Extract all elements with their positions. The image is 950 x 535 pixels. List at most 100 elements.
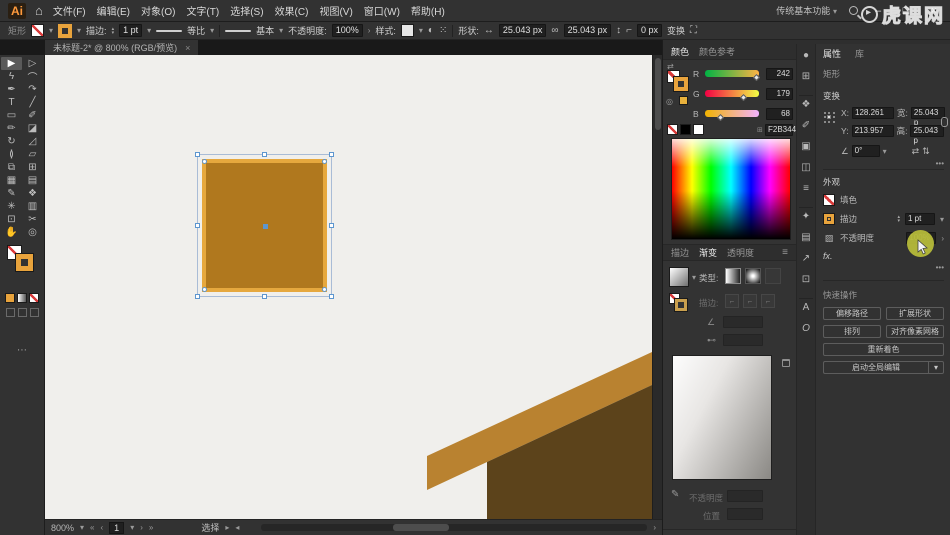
handle-bottom-center[interactable]: [262, 294, 267, 299]
swatches-panel-icon[interactable]: ⊞: [797, 71, 815, 92]
shape-builder-tool[interactable]: ⧉: [1, 161, 22, 174]
minimize-button[interactable]: –: [870, 5, 886, 17]
chevron-down-icon[interactable]: ▾: [279, 26, 283, 35]
flip-horizontal-icon[interactable]: ⇄: [912, 146, 920, 157]
chevron-down-icon[interactable]: ▾: [940, 215, 944, 224]
scroll-right-icon[interactable]: ›: [653, 523, 656, 532]
chevron-down-icon[interactable]: ▾: [80, 523, 84, 532]
chevron-down-icon[interactable]: ▾: [49, 26, 53, 35]
slice-tool[interactable]: ✂: [22, 213, 43, 226]
workspace-switcher[interactable]: 传统基本功能 ▾: [776, 4, 837, 17]
last-artboard-icon[interactable]: »: [149, 523, 153, 532]
chevron-down-icon[interactable]: ▾: [419, 26, 423, 35]
chevron-down-icon[interactable]: ▾: [883, 147, 887, 156]
scroll-left-icon[interactable]: ◂: [235, 523, 239, 532]
horizontal-scrollbar-thumb[interactable]: [393, 524, 449, 531]
tab-color-guide[interactable]: 颜色参考: [699, 45, 735, 58]
freeform-gradient-button[interactable]: [765, 268, 781, 284]
red-slider[interactable]: [705, 70, 759, 77]
anchor-point[interactable]: [202, 287, 207, 292]
asset-export-panel-icon[interactable]: ↗: [797, 253, 815, 274]
lasso-tool[interactable]: ⌒: [22, 70, 43, 83]
chevron-right-icon[interactable]: ›: [941, 234, 944, 243]
width-field[interactable]: 25.043 p: [911, 107, 945, 119]
eraser-tool[interactable]: ◪: [22, 122, 43, 135]
corner-radius-value[interactable]: 0 px: [637, 24, 662, 37]
offset-path-button[interactable]: 偏移路径: [823, 307, 881, 320]
handle-bottom-left[interactable]: [195, 294, 200, 299]
chevron-down-icon[interactable]: ▾: [77, 26, 81, 35]
none-mode-button[interactable]: [29, 293, 39, 303]
column-graph-tool[interactable]: ▥: [22, 200, 43, 213]
gradient-mode-button[interactable]: [17, 293, 27, 303]
rectangle-tool[interactable]: ▭: [1, 109, 22, 122]
tab-transparency[interactable]: 透明度: [727, 246, 754, 259]
gradient-thumbnail[interactable]: [669, 267, 689, 287]
height-field[interactable]: 25.043 p: [910, 125, 944, 137]
style-swatch[interactable]: [401, 24, 414, 37]
vertical-scrollbar[interactable]: [652, 55, 662, 519]
fill-label[interactable]: 填色: [840, 194, 857, 206]
hand-tool[interactable]: ✋: [1, 226, 22, 239]
rotate-tool[interactable]: ↻: [1, 135, 22, 148]
align-options-icon[interactable]: ⁙: [439, 25, 447, 36]
tab-gradient[interactable]: 渐变: [699, 246, 717, 259]
red-value[interactable]: 242: [766, 68, 793, 80]
draw-normal-button[interactable]: [6, 308, 15, 317]
green-value[interactable]: 179: [766, 88, 793, 100]
anchor-point[interactable]: [322, 287, 327, 292]
draw-inside-button[interactable]: [30, 308, 39, 317]
width-tool[interactable]: ≬: [1, 148, 22, 161]
close-button[interactable]: ×: [926, 5, 942, 17]
menu-view[interactable]: 视图(V): [318, 1, 353, 20]
none-swatch[interactable]: [667, 124, 678, 135]
stroke-weight-value[interactable]: 1 pt: [119, 24, 142, 37]
linear-gradient-button[interactable]: [725, 268, 741, 284]
y-field[interactable]: 213.957: [852, 125, 894, 137]
tab-properties[interactable]: 属性: [823, 47, 841, 60]
align-panel-icon[interactable]: ≡: [797, 183, 815, 204]
transform-button[interactable]: 变换: [667, 24, 685, 37]
first-artboard-icon[interactable]: «: [90, 523, 94, 532]
reference-point-locator[interactable]: [823, 111, 836, 124]
anchor-point[interactable]: [322, 159, 327, 164]
chevron-down-icon[interactable]: ▾: [692, 273, 696, 282]
menu-window[interactable]: 窗口(W): [363, 1, 401, 20]
chevron-down-icon[interactable]: ▾: [210, 26, 214, 35]
line-tool[interactable]: ╱: [22, 96, 43, 109]
opacity-value[interactable]: 100%: [332, 24, 363, 37]
pathfinder-panel-icon[interactable]: ◫: [797, 162, 815, 183]
artboard-tool[interactable]: ⊡: [1, 213, 22, 226]
color-mode-button[interactable]: [5, 293, 15, 303]
chevron-down-icon[interactable]: ▾: [130, 523, 134, 532]
red-slider-handle[interactable]: [753, 74, 760, 81]
magic-wand-tool[interactable]: ϟ: [1, 70, 22, 83]
tab-stroke[interactable]: 描边: [671, 246, 689, 259]
status-expand-icon[interactable]: ▸: [225, 523, 229, 532]
fill-swatch[interactable]: [31, 24, 44, 37]
eyedropper-tool[interactable]: ✎: [1, 187, 22, 200]
rotation-angle-field[interactable]: 0°: [852, 145, 880, 157]
next-artboard-icon[interactable]: ›: [140, 523, 143, 532]
horizontal-scrollbar[interactable]: [261, 524, 647, 531]
global-edit-button[interactable]: 启动全局编辑: [823, 361, 928, 374]
shape-width-value[interactable]: 25.043 px: [499, 24, 547, 37]
handle-bottom-right[interactable]: [329, 294, 334, 299]
stroke-swatch[interactable]: [58, 24, 72, 38]
stroke-weight-stepper[interactable]: ▴▾: [112, 27, 115, 35]
artboard-number[interactable]: 1: [109, 522, 124, 534]
vertical-scrollbar-thumb[interactable]: [655, 58, 661, 130]
canvas[interactable]: [45, 55, 652, 519]
document-tab[interactable]: 未标题-2* @ 800% (RGB/预览) ×: [45, 40, 198, 55]
gradient-tool[interactable]: ▤: [22, 174, 43, 187]
blue-slider[interactable]: [705, 110, 759, 117]
menu-help[interactable]: 帮助(H): [410, 1, 446, 20]
opentype-panel-icon[interactable]: O: [797, 323, 815, 344]
symbols-panel-icon[interactable]: ❖: [797, 99, 815, 120]
brush-label[interactable]: 基本: [256, 24, 274, 37]
color-spectrum[interactable]: [671, 138, 791, 240]
maximize-button[interactable]: □: [898, 5, 914, 17]
pen-tool[interactable]: ✒: [1, 83, 22, 96]
menu-file[interactable]: 文件(F): [52, 1, 87, 20]
x-field[interactable]: 128.261: [852, 107, 894, 119]
